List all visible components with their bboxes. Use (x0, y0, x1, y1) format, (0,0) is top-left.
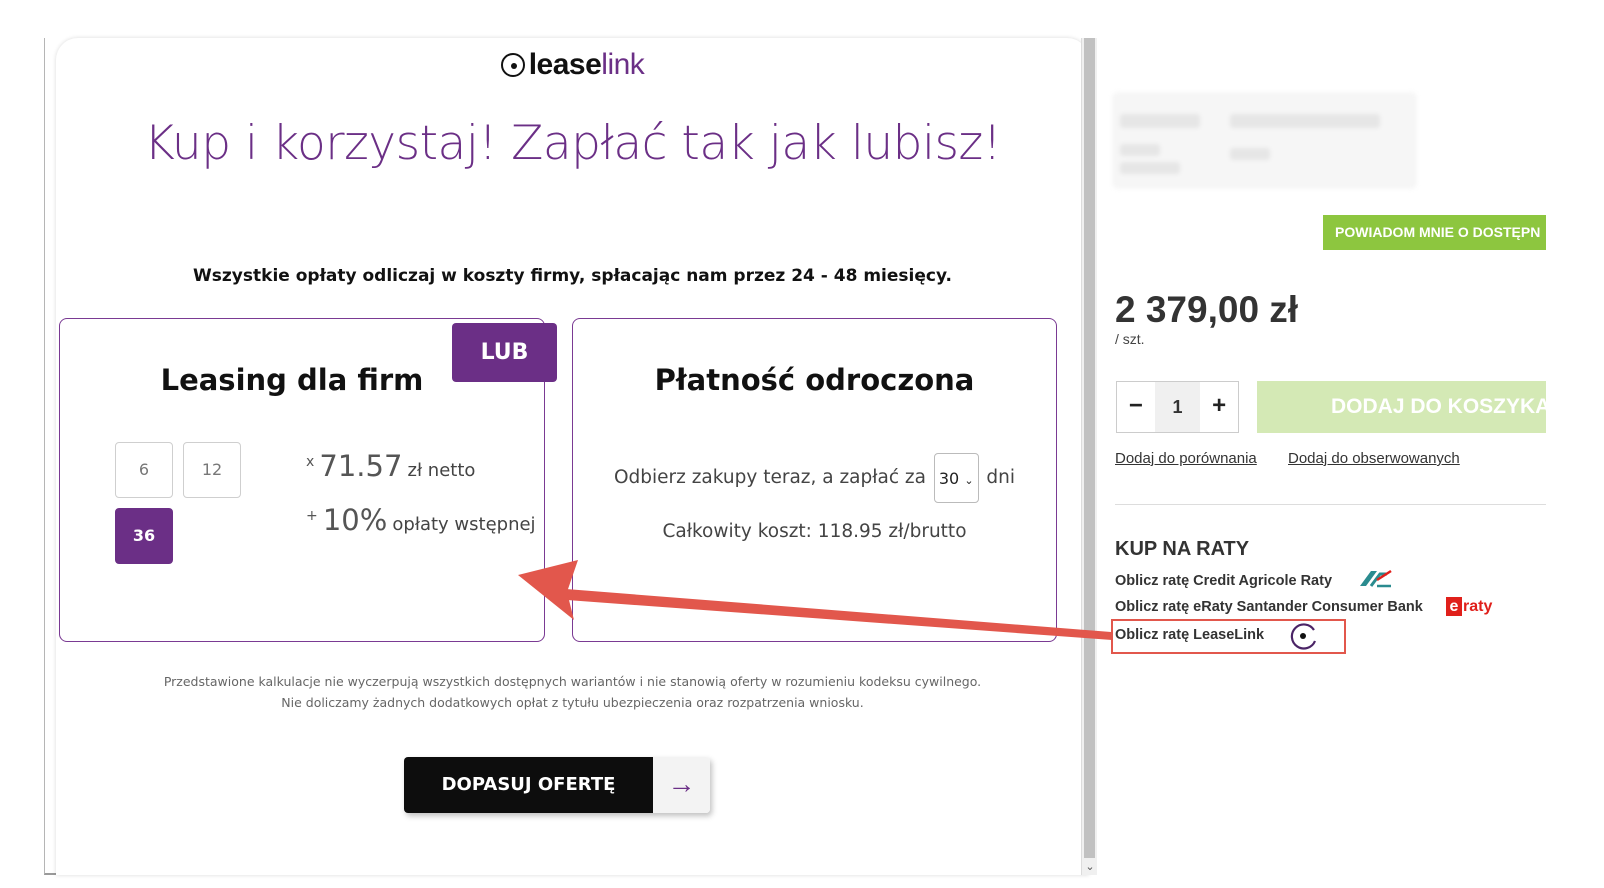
term-option-36[interactable]: 36 (115, 508, 173, 564)
logo-light-text: link (601, 48, 645, 81)
leaselink-modal: leaselink Kup i korzystaj! Zapłać tak ja… (56, 38, 1089, 875)
days-value: 30 (938, 469, 960, 488)
add-to-watchlist-link[interactable]: Dodaj do obserwowanych (1288, 450, 1460, 467)
credit-agricole-installment-link[interactable]: Oblicz ratę Credit Agricole Raty (1115, 573, 1332, 589)
cta-label: DOPASUJ OFERTĘ (404, 757, 653, 813)
blurred-product-info (1112, 92, 1417, 189)
price-unit: / szt. (1115, 331, 1145, 347)
customize-offer-button[interactable]: DOPASUJ OFERTĘ → (404, 757, 710, 813)
deferred-title: Płatność odroczona (654, 363, 975, 397)
eraty-logo-e: e (1446, 597, 1462, 616)
quantity-stepper: − 1 + (1116, 381, 1239, 433)
term-option-6[interactable]: 6 (115, 442, 173, 498)
leaselink-logo-icon (500, 53, 525, 77)
chevron-down-icon: ⌄ (964, 474, 974, 487)
fee-unit: opłaty wstępnej (392, 514, 536, 535)
logo-bold-text: lease (528, 48, 602, 81)
modal-scrollbar[interactable]: ⌄ (1081, 38, 1097, 875)
fee-value: 10% (322, 503, 388, 537)
disclaimer-line-2: Nie doliczamy żadnych dodatkowych opłat … (281, 695, 864, 710)
days-select[interactable]: 30 ⌄ (933, 453, 979, 503)
scrollbar-thumb[interactable] (1084, 38, 1095, 858)
modal-headline: Kup i korzystaj! Zapłać tak jak lubisz! (143, 116, 1002, 171)
scroll-down-icon[interactable]: ⌄ (1082, 859, 1098, 875)
rate-value: 71.57 (319, 449, 403, 483)
deferred-text: Odbierz zakupy teraz, a zapłać za 30 ⌄ d… (573, 453, 1056, 503)
deferred-text-before: Odbierz zakupy teraz, a zapłać za (613, 467, 926, 488)
quantity-decrease-button[interactable]: − (1117, 382, 1155, 432)
divider (1115, 504, 1546, 505)
deferred-payment-panel: Płatność odroczona Odbierz zakupy teraz,… (572, 318, 1057, 642)
quantity-increase-button[interactable]: + (1200, 382, 1238, 432)
fee-prefix: + (306, 508, 318, 524)
credit-agricole-logo-icon[interactable] (1357, 568, 1393, 590)
rate-prefix: x (306, 454, 315, 470)
disclaimer-line-1: Przedstawione kalkulacje nie wyczerpują … (163, 674, 982, 689)
initial-fee: + 10% opłaty wstępnej (306, 503, 536, 537)
rate-unit: zł netto (407, 460, 476, 481)
monthly-rate: x 71.57 zł netto (306, 449, 475, 483)
total-cost: Całkowity koszt: 118.95 zł/brutto (662, 521, 967, 542)
product-price: 2 379,00 zł (1115, 289, 1299, 330)
disclaimer: Przedstawione kalkulacje nie wyczerpują … (56, 671, 1089, 713)
eraty-logo-icon[interactable]: e raty (1446, 597, 1492, 616)
santander-installment-link[interactable]: Oblicz ratę eRaty Santander Consumer Ban… (1115, 599, 1423, 615)
installments-heading: KUP NA RATY (1115, 538, 1250, 560)
annotation-highlight-box (1111, 619, 1346, 654)
arrow-right-icon: → (653, 757, 710, 813)
deferred-text-after: dni (986, 467, 1016, 488)
add-to-cart-button[interactable]: DODAJ DO KOSZYKA (1257, 381, 1546, 433)
leaselink-logo: leaselink (56, 48, 1089, 82)
quantity-input[interactable]: 1 (1154, 382, 1201, 432)
modal-subline: Wszystkie opłaty odliczaj w koszty firmy… (193, 266, 952, 286)
add-to-compare-link[interactable]: Dodaj do porównania (1115, 450, 1257, 467)
notify-availability-button[interactable]: POWIADOM MNIE O DOSTĘPN (1323, 215, 1546, 250)
eraty-logo-text: raty (1463, 598, 1493, 615)
or-badge: LUB (452, 323, 557, 382)
term-option-12[interactable]: 12 (183, 442, 241, 498)
